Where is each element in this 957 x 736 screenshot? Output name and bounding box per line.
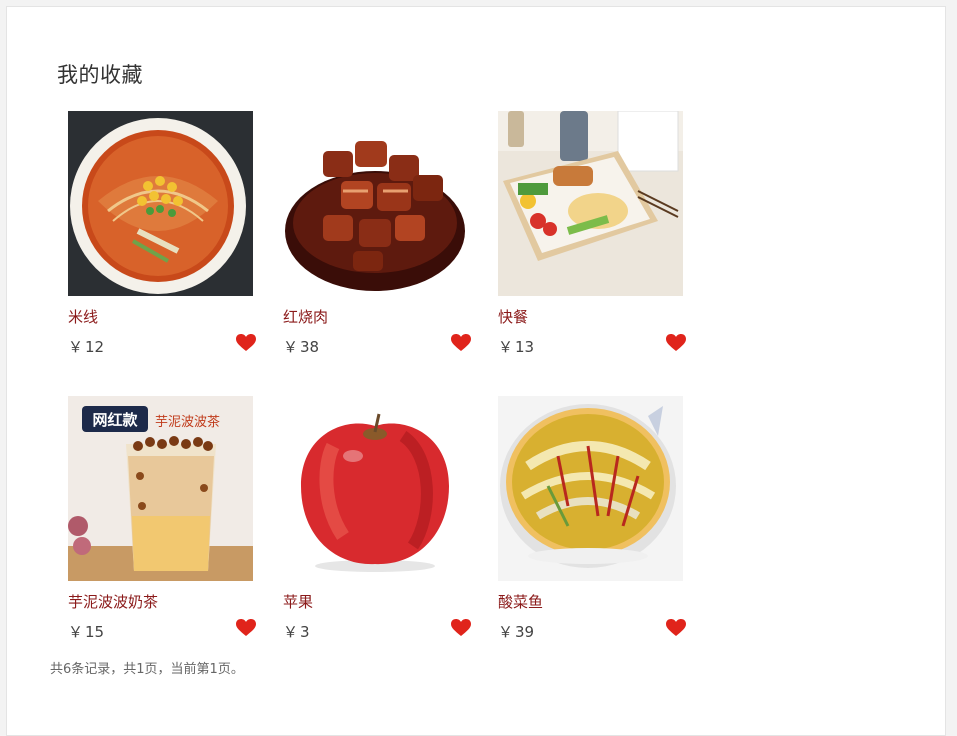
milk-tea-tag-text: 网红款: [92, 411, 138, 429]
currency-symbol: ￥: [283, 338, 299, 356]
heart-icon[interactable]: [451, 619, 471, 637]
heart-icon[interactable]: [236, 619, 256, 637]
favorite-card[interactable]: 网红款 芋泥波波茶 芋泥波波奶茶 ￥ 15: [68, 396, 258, 656]
heart-icon[interactable]: [666, 619, 686, 637]
pickled-fish-image[interactable]: [498, 396, 683, 581]
price-value: 15: [85, 623, 105, 641]
currency-symbol: ￥: [283, 623, 299, 641]
item-price: ￥ 12: [68, 336, 104, 357]
price-value: 13: [515, 338, 535, 356]
currency-symbol: ￥: [498, 338, 514, 356]
currency-symbol: ￥: [498, 623, 514, 641]
favorite-card[interactable]: 红烧肉 ￥ 38: [283, 111, 473, 371]
item-price: ￥ 13: [498, 336, 534, 357]
currency-symbol: ￥: [68, 623, 84, 641]
item-name[interactable]: 红烧肉: [283, 306, 328, 327]
item-price: ￥ 38: [283, 336, 319, 357]
item-name[interactable]: 快餐: [498, 306, 528, 327]
price-value: 3: [300, 623, 310, 641]
price-value: 38: [300, 338, 320, 356]
bento-box-image[interactable]: [498, 111, 683, 296]
favorite-card[interactable]: 苹果 ￥ 3: [283, 396, 473, 656]
item-price: ￥ 3: [283, 621, 310, 642]
milk-tea-image-title: 芋泥波波茶: [155, 414, 220, 430]
apple-image[interactable]: [283, 396, 468, 581]
page-title: 我的收藏: [57, 63, 143, 87]
braised-pork-image[interactable]: [283, 111, 468, 296]
heart-icon[interactable]: [666, 334, 686, 352]
heart-icon[interactable]: [451, 334, 471, 352]
milk-tea-image[interactable]: 网红款 芋泥波波茶: [68, 396, 253, 581]
price-value: 12: [85, 338, 105, 356]
pagination-summary: 共6条记录，共1页，当前第1页。: [50, 662, 244, 677]
item-price: ￥ 15: [68, 621, 104, 642]
item-name[interactable]: 芋泥波波奶茶: [68, 591, 158, 612]
item-name[interactable]: 米线: [68, 306, 98, 327]
favorite-card[interactable]: 酸菜鱼 ￥ 39: [498, 396, 688, 656]
item-name[interactable]: 酸菜鱼: [498, 591, 543, 612]
rice-noodle-image[interactable]: [68, 111, 253, 296]
item-price: ￥ 39: [498, 621, 534, 642]
favorite-card[interactable]: 米线 ￥ 12: [68, 111, 258, 371]
currency-symbol: ￥: [68, 338, 84, 356]
price-value: 39: [515, 623, 535, 641]
heart-icon[interactable]: [236, 334, 256, 352]
favorite-card[interactable]: 快餐 ￥ 13: [498, 111, 688, 371]
item-name[interactable]: 苹果: [283, 591, 313, 612]
